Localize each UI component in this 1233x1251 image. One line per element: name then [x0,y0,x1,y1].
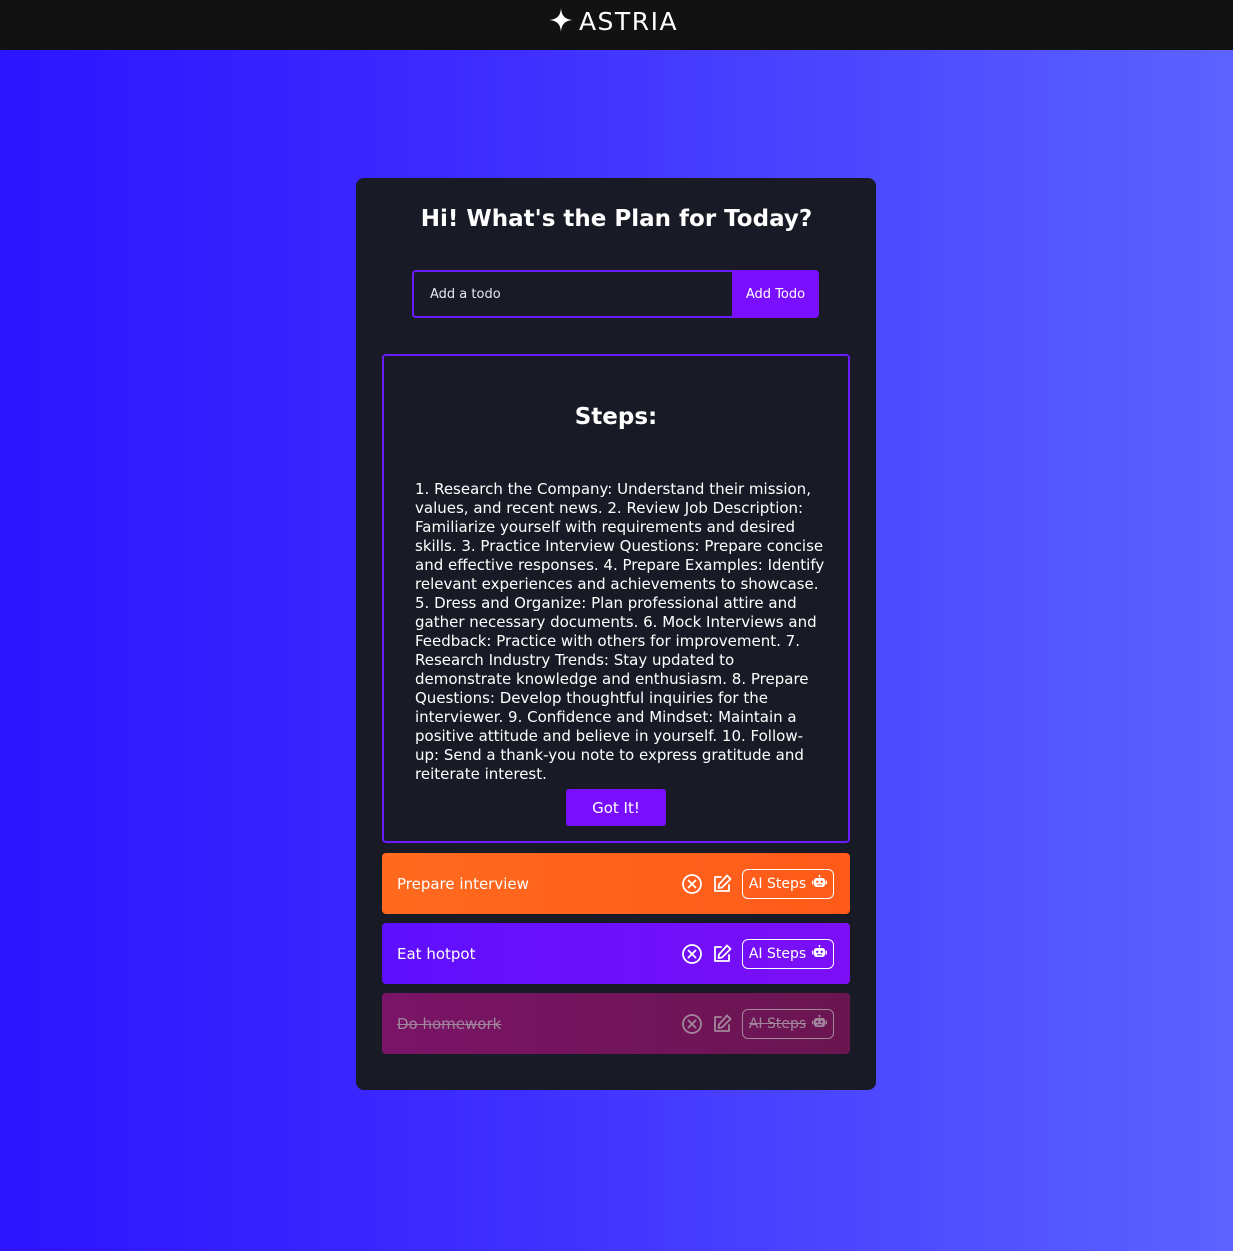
circle-x-icon[interactable] [681,873,703,895]
ai-steps-button[interactable]: AI Steps [742,868,834,899]
ai-steps-label: AI Steps [748,945,807,962]
todo-item: Eat hotpot AI Steps [382,923,850,984]
robot-icon [812,874,828,893]
todo-label[interactable]: Prepare interview [397,875,681,893]
ai-steps-button[interactable]: AI Steps [742,938,834,969]
todo-input[interactable] [412,270,732,318]
edit-icon[interactable] [711,873,733,895]
add-todo-button[interactable]: Add Todo [732,270,819,318]
add-todo-form: Add Todo [412,270,819,318]
brand-name: ASTRIA [578,7,679,36]
got-it-button[interactable]: Got It! [566,789,666,826]
todo-item: Do homework AI Steps [382,993,850,1054]
edit-icon[interactable] [711,943,733,965]
todo-label[interactable]: Do homework [397,1015,681,1033]
edit-icon[interactable] [711,1013,733,1035]
steps-text: 1. Research the Company: Understand thei… [415,480,825,783]
circle-x-icon[interactable] [681,1013,703,1035]
robot-icon [812,1014,828,1033]
page-title: Hi! What's the Plan for Today? [420,206,813,232]
steps-heading: Steps: [574,404,658,430]
brand-logo[interactable]: ASTRIA [548,7,679,36]
steps-panel: Steps: 1. Research the Company: Understa… [382,354,850,843]
sparkle-icon [548,7,573,36]
top-bar: ASTRIA [0,0,1233,50]
ai-steps-label: AI Steps [748,1015,807,1032]
circle-x-icon[interactable] [681,943,703,965]
ai-steps-label: AI Steps [748,875,807,892]
ai-steps-button[interactable]: AI Steps [742,1008,834,1039]
todo-label[interactable]: Eat hotpot [397,945,681,963]
todo-item: Prepare interview AI Steps [382,853,850,914]
robot-icon [812,944,828,963]
